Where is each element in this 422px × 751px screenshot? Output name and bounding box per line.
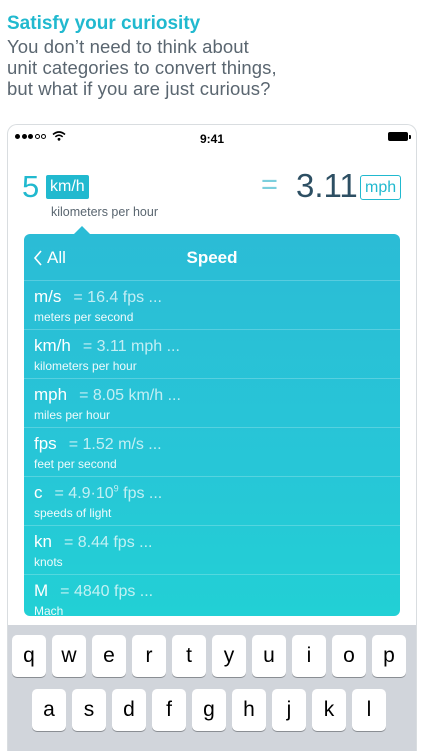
- key-u[interactable]: u: [252, 635, 286, 677]
- key-s[interactable]: s: [72, 689, 106, 731]
- unit-symbol: fps: [34, 434, 57, 453]
- key-t[interactable]: t: [172, 635, 206, 677]
- battery-icon: [388, 132, 411, 141]
- key-o[interactable]: o: [332, 635, 366, 677]
- unit-conversion: = 16.4 fps ...: [73, 289, 162, 306]
- keyboard: q w e r t y u i o p a s d f g h j k l: [8, 625, 416, 751]
- panel-title: Speed: [186, 248, 238, 267]
- key-p[interactable]: p: [372, 635, 406, 677]
- input-value[interactable]: 5: [22, 169, 39, 205]
- unit-symbol: m/s: [34, 287, 62, 306]
- key-y[interactable]: y: [212, 635, 246, 677]
- unit-picker-panel: All Speed m/s = 16.4 fps ... meters per s…: [24, 234, 400, 616]
- unit-list: m/s = 16.4 fps ... meters per second km/h…: [24, 280, 400, 616]
- conversion-suffix: fps ...: [118, 485, 163, 502]
- status-bar: 9:41: [8, 125, 416, 151]
- key-k[interactable]: k: [312, 689, 346, 731]
- key-l[interactable]: l: [352, 689, 386, 731]
- unit-conversion: = 8.44 fps ...: [63, 534, 153, 551]
- status-time: 9:41: [199, 132, 225, 146]
- key-i[interactable]: i: [292, 635, 326, 677]
- unit-full-name: knots: [34, 555, 63, 569]
- unit-full-name: speeds of light: [34, 506, 112, 520]
- promo-line-3: but what if you are just curious?: [7, 78, 271, 99]
- promo-line-2: unit categories to convert things,: [7, 57, 277, 78]
- unit-row-mph[interactable]: mph = 8.05 km/h ... miles per hour: [24, 378, 400, 427]
- phone-screen: 9:41 5 km/h kilometers per hour = 3.11 m…: [7, 124, 417, 751]
- keyboard-row-2: a s d f g h j k l: [32, 689, 386, 731]
- key-h[interactable]: h: [232, 689, 266, 731]
- unit-conversion: = 8.05 km/h ...: [79, 387, 181, 404]
- unit-conversion: = 4.9·109 fps ...: [54, 484, 163, 502]
- unit-row-mach[interactable]: M = 4840 fps ... Mach: [24, 574, 400, 616]
- keyboard-row-1: q w e r t y u i o p: [12, 635, 406, 677]
- unit-symbol: km/h: [34, 336, 71, 355]
- key-g[interactable]: g: [192, 689, 226, 731]
- unit-full-name: Mach: [34, 604, 64, 616]
- unit-symbol: M: [34, 581, 49, 600]
- key-a[interactable]: a: [32, 689, 66, 731]
- unit-row-m-s[interactable]: m/s = 16.4 fps ... meters per second: [24, 280, 400, 329]
- key-d[interactable]: d: [112, 689, 146, 731]
- unit-symbol: kn: [34, 532, 52, 551]
- unit-conversion: = 1.52 m/s ...: [68, 436, 162, 453]
- unit-row-fps[interactable]: fps = 1.52 m/s ... feet per second: [24, 427, 400, 476]
- unit-full-name: feet per second: [34, 457, 117, 471]
- unit-row-kn[interactable]: kn = 8.44 fps ... knots: [24, 525, 400, 574]
- unit-symbol: mph: [34, 385, 68, 404]
- unit-conversion: = 3.11 mph ...: [82, 338, 180, 355]
- panel-pointer: [74, 226, 90, 234]
- unit-full-name: miles per hour: [34, 408, 111, 422]
- promo-title: Satisfy your curiosity: [7, 13, 201, 34]
- from-unit-name: kilometers per hour: [51, 205, 158, 219]
- key-f[interactable]: f: [152, 689, 186, 731]
- from-unit-button[interactable]: km/h: [46, 175, 89, 199]
- unit-full-name: meters per second: [34, 310, 134, 324]
- conversion-prefix: = 4.9·10: [54, 485, 114, 502]
- unit-symbol: c: [34, 483, 43, 502]
- unit-conversion: = 4840 fps ...: [60, 583, 154, 600]
- key-q[interactable]: q: [12, 635, 46, 677]
- result-value: 3.11: [296, 167, 358, 204]
- key-w[interactable]: w: [52, 635, 86, 677]
- equals-sign: =: [261, 169, 278, 201]
- key-e[interactable]: e: [92, 635, 126, 677]
- unit-row-km-h[interactable]: km/h = 3.11 mph ... kilometers per hour: [24, 329, 400, 378]
- key-j[interactable]: j: [272, 689, 306, 731]
- promo-line-1: You don’t need to think about: [7, 36, 249, 57]
- unit-full-name: kilometers per hour: [34, 359, 137, 373]
- unit-row-c[interactable]: c = 4.9·109 fps ... speeds of light: [24, 476, 400, 525]
- key-r[interactable]: r: [132, 635, 166, 677]
- to-unit-button[interactable]: mph: [360, 175, 402, 200]
